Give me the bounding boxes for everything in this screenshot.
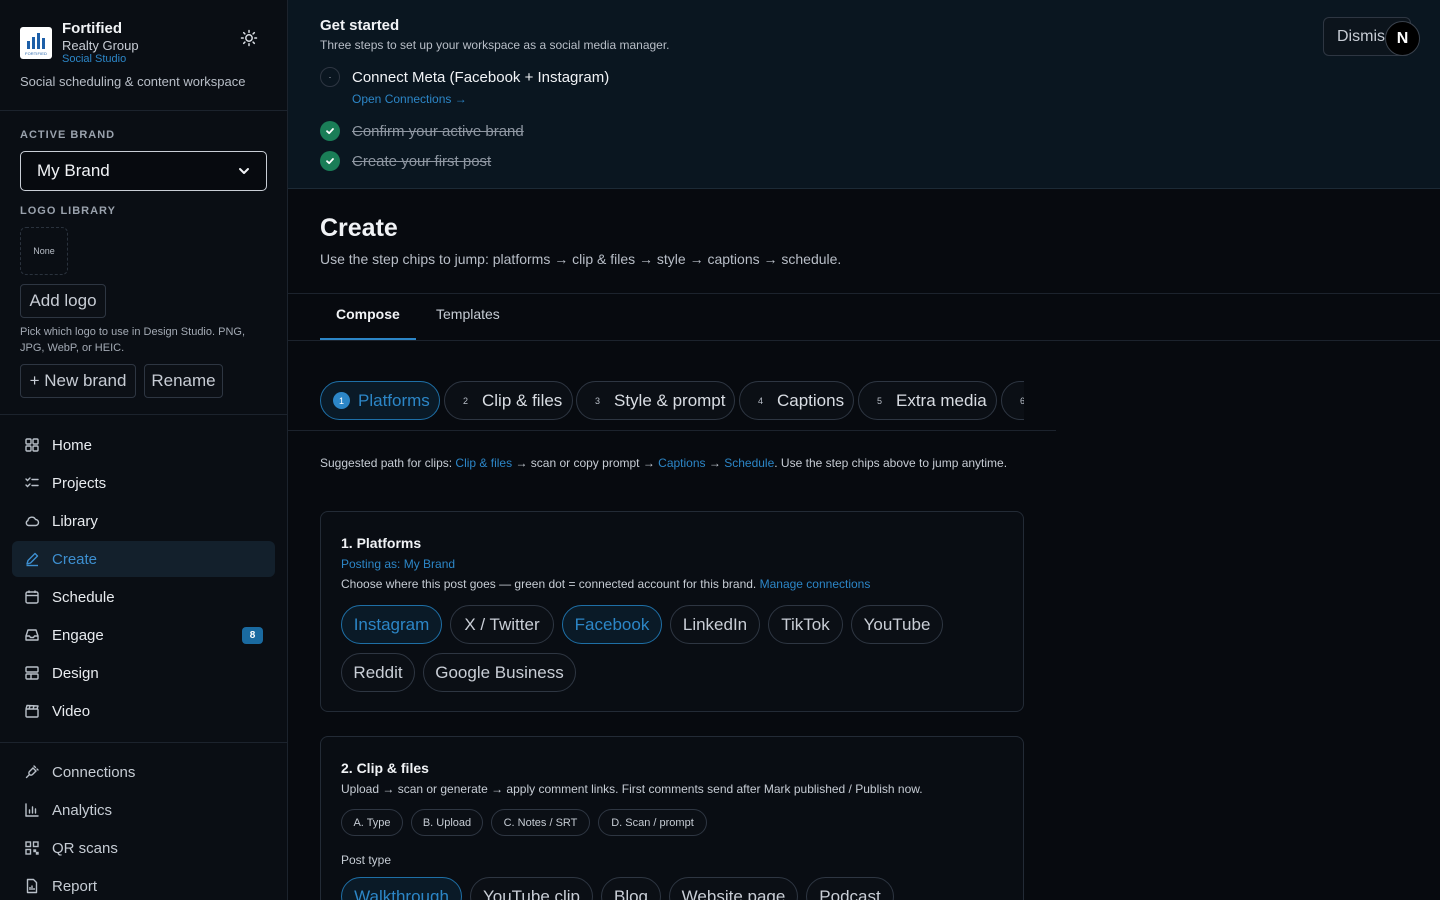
post-type-chip-blog[interactable]: Blog	[601, 877, 661, 900]
sidebar-item-library[interactable]: Library	[12, 503, 275, 539]
active-brand-label: ACTIVE BRAND	[20, 129, 116, 141]
open-connections-link[interactable]: Open Connections →	[352, 92, 467, 106]
step-chip-clip-files[interactable]: 2 Clip & files	[444, 381, 573, 420]
post-type-chip-website-page[interactable]: Website page	[669, 877, 798, 900]
platform-chip-youtube[interactable]: YouTube	[851, 605, 943, 644]
substep-chip-type[interactable]: A. Type	[341, 809, 403, 836]
active-brand-select[interactable]: My Brand	[20, 151, 267, 191]
substep-chip-notes-srt[interactable]: C. Notes / SRT	[491, 809, 590, 836]
rename-brand-button[interactable]: Rename	[144, 364, 223, 398]
step-chip-6[interactable]: 6	[1001, 381, 1024, 420]
platform-chip-reddit[interactable]: Reddit	[341, 653, 415, 692]
inbox-icon	[24, 627, 40, 643]
get-started-title: Get started	[320, 17, 400, 34]
platform-chip-tiktok[interactable]: TikTok	[768, 605, 843, 644]
schedule-link[interactable]: Schedule	[724, 456, 774, 470]
new-brand-button[interactable]: + New brand	[20, 364, 136, 398]
layout-icon	[24, 665, 40, 681]
step-chip-extra-media[interactable]: 5 Extra media	[858, 381, 997, 420]
post-type-chip-walkthrough[interactable]: Walkthrough	[341, 877, 462, 900]
page-subtitle: Use the step chips to jump: platforms → …	[320, 251, 842, 267]
step-chip-platforms[interactable]: 1 Platforms	[320, 381, 440, 420]
platform-chip-facebook[interactable]: Facebook	[562, 605, 662, 644]
divider	[288, 293, 1440, 294]
plug-icon	[24, 764, 40, 780]
pencil-icon	[24, 551, 40, 567]
clip-files-link[interactable]: Clip & files	[455, 456, 512, 470]
tab-compose[interactable]: Compose	[336, 306, 400, 322]
platform-chip-instagram[interactable]: Instagram	[341, 605, 442, 644]
grid-icon	[24, 437, 40, 453]
get-started-panel: Get started Three steps to set up your w…	[288, 0, 1440, 189]
cloud-icon	[24, 513, 40, 529]
workspace-tagline: Social scheduling & content workspace	[20, 74, 246, 89]
sidebar-item-report[interactable]: Report	[12, 868, 275, 900]
qr-icon	[24, 840, 40, 856]
manage-connections-link[interactable]: Manage connections	[760, 577, 871, 591]
brand-header: FORTIFIED Fortified Realty Group Social …	[20, 20, 270, 68]
bar-chart-icon	[24, 802, 40, 818]
calendar-icon	[24, 589, 40, 605]
sidebar: FORTIFIED Fortified Realty Group Social …	[0, 0, 288, 900]
setup-step-connect-meta: · Connect Meta (Facebook + Instagram)	[320, 67, 609, 87]
posting-as: Posting as: My Brand	[341, 557, 456, 571]
platform-chip-google-business[interactable]: Google Business	[423, 653, 576, 692]
sidebar-item-create[interactable]: Create	[12, 541, 275, 577]
brand-name-line2: Realty Group	[62, 38, 139, 53]
platforms-description: Choose where this post goes — green dot …	[341, 577, 871, 591]
sidebar-item-connections[interactable]: Connections	[12, 754, 275, 790]
suggested-path-note: Suggested path for clips: Clip & files →…	[320, 456, 1008, 470]
add-logo-button[interactable]: Add logo	[20, 284, 106, 318]
sidebar-item-schedule[interactable]: Schedule	[12, 579, 275, 615]
brand-logo: FORTIFIED	[20, 27, 52, 59]
chevron-down-icon	[238, 165, 250, 177]
divider	[288, 340, 1440, 341]
page-title: Create	[320, 214, 398, 242]
step-chip-strip: 1 Platforms 2 Clip & files 3 Style & prompt…	[320, 381, 1024, 421]
sidebar-item-analytics[interactable]: Analytics	[12, 792, 275, 828]
platform-chip-linkedin[interactable]: LinkedIn	[670, 605, 760, 644]
report-icon	[24, 878, 40, 894]
logo-hint: Pick which logo to use in Design Studio.…	[20, 326, 246, 354]
clapper-icon	[24, 703, 40, 719]
step-pending-marker: ·	[320, 67, 340, 87]
substep-chip-upload[interactable]: B. Upload	[411, 809, 483, 836]
checklist-icon	[24, 475, 40, 491]
engage-count-badge: 8	[242, 627, 263, 644]
captions-link[interactable]: Captions	[658, 456, 705, 470]
active-brand-value: My Brand	[37, 161, 110, 180]
setup-step-confirm-brand: Confirm your active brand	[320, 121, 524, 141]
platforms-card-title: 1. Platforms	[341, 535, 422, 551]
tab-templates[interactable]: Templates	[436, 306, 500, 322]
step-chip-style-prompt[interactable]: 3 Style & prompt	[576, 381, 735, 420]
post-type-label: Post type	[341, 853, 392, 867]
post-type-chip-youtube-clip[interactable]: YouTube clip	[470, 877, 593, 900]
divider	[0, 742, 287, 743]
clip-files-card-title: 2. Clip & files	[341, 760, 429, 776]
divider	[0, 110, 287, 111]
theme-toggle-sun-icon[interactable]	[239, 28, 259, 48]
sidebar-item-home[interactable]: Home	[12, 427, 275, 463]
user-avatar[interactable]: N	[1385, 21, 1420, 56]
product-name: Social Studio	[62, 53, 127, 65]
setup-step-first-post: Create your first post	[320, 151, 491, 171]
substep-chip-scan-prompt[interactable]: D. Scan / prompt	[598, 809, 707, 836]
check-icon	[320, 151, 340, 171]
step-chip-captions[interactable]: 4 Captions	[739, 381, 854, 420]
brand-name: Fortified	[62, 20, 122, 37]
logo-library-label: LOGO LIBRARY	[20, 205, 116, 217]
sidebar-item-engage[interactable]: Engage 8	[12, 617, 275, 653]
divider	[288, 430, 1056, 431]
divider	[0, 414, 287, 415]
sidebar-item-video[interactable]: Video	[12, 693, 275, 729]
sidebar-item-qr-scans[interactable]: QR scans	[12, 830, 275, 866]
post-type-chip-podcast[interactable]: Podcast	[806, 877, 894, 900]
check-icon	[320, 121, 340, 141]
platform-chip-x-twitter[interactable]: X / Twitter	[450, 605, 554, 644]
clip-files-description: Upload → scan or generate → apply commen…	[341, 782, 923, 796]
logo-slot-none[interactable]: None	[20, 227, 68, 275]
sidebar-item-projects[interactable]: Projects	[12, 465, 275, 501]
get-started-subtitle: Three steps to set up your workspace as …	[320, 38, 670, 52]
sidebar-item-design[interactable]: Design	[12, 655, 275, 691]
